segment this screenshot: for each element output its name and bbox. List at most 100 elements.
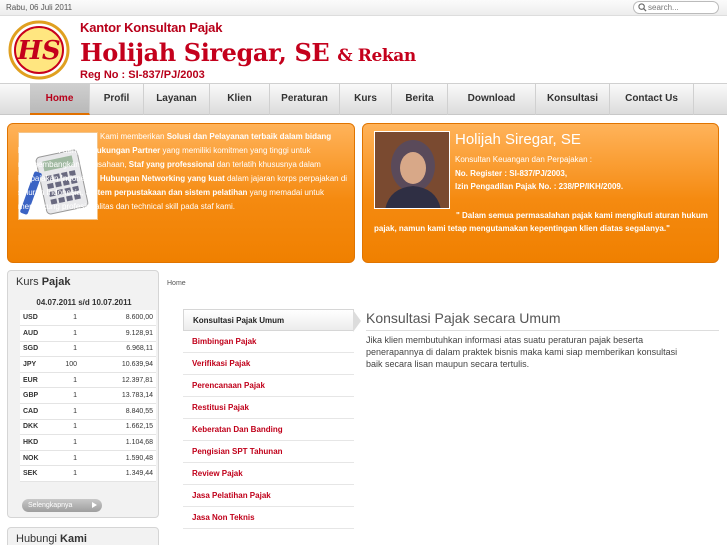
kurs-value: 10.639,94 — [80, 356, 156, 373]
profile-register: No. Register : SI-837/PJ/2003, — [455, 169, 568, 178]
submenu-review-pajak[interactable]: Review Pajak — [183, 463, 354, 485]
kurs-table: USD 1 8.600,00 AUD 1 9.128,91 SGD 1 6.968,11 JPY 1… — [20, 310, 156, 483]
kurs-currency: CAD — [20, 403, 50, 420]
kurs-value: 1.104,68 — [80, 434, 156, 451]
main-nav: Home Profil Layanan Klien Peraturan Kurs… — [0, 83, 727, 115]
profile-role: Konsultan Keuangan dan Perpajakan : — [455, 155, 592, 164]
kurs-currency: GBP — [20, 387, 50, 405]
top-bar: Rabu, 06 Juli 2011 search... — [0, 0, 727, 16]
kurs-row: JPY 100 10.639,94 — [20, 356, 156, 373]
kurs-currency: SEK — [20, 465, 50, 483]
profile-panel: Holijah Siregar, SE Konsultan Keuangan d… — [362, 123, 719, 263]
kurs-pajak-panel: Kurs Pajak 04.07.2011 s/d 10.07.2011 USD… — [7, 270, 159, 518]
kurs-row: SEK 1 1.349,44 — [20, 465, 156, 483]
kurs-currency: JPY — [20, 356, 50, 373]
kurs-value: 1.662,15 — [80, 419, 156, 436]
person-icon — [375, 132, 449, 208]
kurs-currency: AUD — [20, 325, 50, 342]
nav-download[interactable]: Download — [448, 84, 536, 115]
brand-rekan: & Rekan — [337, 46, 416, 66]
kurs-row: NOK 1 1.590,48 — [20, 450, 156, 467]
kurs-unit: 1 — [50, 310, 80, 327]
kurs-value: 6.968,11 — [80, 341, 156, 358]
intro-panel: Kami memberikan Solusi dan Pelayanan ter… — [7, 123, 355, 263]
logo[interactable]: HS — [8, 20, 70, 80]
submenu-jasa-pelatihan-pajak[interactable]: Jasa Pelatihan Pajak — [183, 485, 354, 507]
submenu-konsultasi-pajak-umum[interactable]: Konsultasi Pajak Umum — [183, 309, 361, 332]
intro-paragraph: Kami memberikan Solusi dan Pelayanan ter… — [18, 132, 348, 211]
submenu-restitusi-pajak[interactable]: Restitusi Pajak — [183, 397, 354, 419]
content-text: Jika klien membutuhkan informasi atas su… — [366, 335, 678, 369]
kurs-row: DKK 1 1.662,15 — [20, 419, 156, 436]
search-icon — [638, 3, 647, 12]
nav-home[interactable]: Home — [30, 84, 90, 115]
service-submenu: Konsultasi Pajak Umum Bimbingan Pajak Ve… — [183, 309, 361, 529]
kurs-value: 13.783,14 — [80, 387, 156, 405]
arrow-right-icon — [92, 502, 97, 508]
content-divider — [366, 330, 719, 331]
brand-subtitle: Kantor Konsultan Pajak — [80, 20, 223, 35]
kurs-unit: 1 — [50, 465, 80, 483]
submenu-bimbingan-pajak[interactable]: Bimbingan Pajak — [183, 331, 354, 353]
svg-text:HS: HS — [16, 36, 60, 66]
kurs-currency: NOK — [20, 450, 50, 467]
breadcrumb[interactable]: Home — [167, 280, 186, 287]
registration-number: Reg No : SI-837/PJ/2003 — [80, 69, 205, 81]
nav-profil[interactable]: Profil — [90, 84, 144, 115]
nav-berita[interactable]: Berita — [392, 84, 448, 115]
nav-konsultasi[interactable]: Konsultasi — [536, 84, 610, 115]
kurs-title: Kurs Pajak — [16, 276, 71, 288]
nav-contact-us[interactable]: Contact Us — [610, 84, 694, 115]
kurs-row: AUD 1 9.128,91 — [20, 325, 156, 342]
kurs-unit: 100 — [50, 356, 80, 373]
nav-layanan[interactable]: Layanan — [144, 84, 210, 115]
search-placeholder: search... — [648, 3, 679, 12]
kurs-currency: EUR — [20, 372, 50, 389]
kurs-unit: 1 — [50, 450, 80, 467]
search-input[interactable]: search... — [633, 1, 719, 14]
submenu-verifikasi-pajak[interactable]: Verifikasi Pajak — [183, 353, 354, 375]
kurs-row: HKD 1 1.104,68 — [20, 434, 156, 451]
submenu-jasa-non-teknis[interactable]: Jasa Non Teknis — [183, 507, 354, 529]
profile-quote: " Dalam semua permasalahan pajak kami me… — [374, 211, 708, 233]
kurs-unit: 1 — [50, 372, 80, 389]
kurs-row: USD 1 8.600,00 — [20, 310, 156, 327]
kurs-period: 04.07.2011 s/d 10.07.2011 — [36, 298, 132, 307]
brand-name-text: Holijah Siregar, SE — [80, 38, 330, 67]
kurs-value: 1.590,48 — [80, 450, 156, 467]
kurs-row: SGD 1 6.968,11 — [20, 341, 156, 358]
profile-name: Holijah Siregar, SE — [455, 131, 581, 148]
kurs-row: GBP 1 13.783,14 — [20, 387, 156, 405]
kurs-row: EUR 1 12.397,81 — [20, 372, 156, 389]
nav-klien[interactable]: Klien — [210, 84, 270, 115]
kurs-currency: DKK — [20, 419, 50, 436]
kurs-value: 1.349,44 — [80, 465, 156, 483]
hubungi-kami-panel: Hubungi Kami — [7, 527, 159, 545]
hubungi-title: Hubungi Kami — [16, 533, 87, 545]
selengkapnya-button[interactable]: Selengkapnya — [22, 499, 102, 512]
submenu-keberatan-dan-banding[interactable]: Keberatan Dan Banding — [183, 419, 354, 441]
kurs-unit: 1 — [50, 341, 80, 358]
nav-kurs[interactable]: Kurs — [340, 84, 392, 115]
brand-name: Holijah Siregar, SE & Rekan — [80, 38, 416, 67]
kurs-value: 9.128,91 — [80, 325, 156, 342]
profile-license: Izin Pengadilan Pajak No. : 238/PP/IKH/2… — [455, 182, 624, 191]
kurs-value: 12.397,81 — [80, 372, 156, 389]
kurs-currency: SGD — [20, 341, 50, 358]
kurs-value: 8.840,55 — [80, 403, 156, 420]
profile-photo — [374, 131, 450, 209]
nav-peraturan[interactable]: Peraturan — [270, 84, 340, 115]
kurs-currency: USD — [20, 310, 50, 327]
logo-icon: HS — [8, 20, 70, 80]
kurs-unit: 1 — [50, 419, 80, 436]
kurs-value: 8.600,00 — [80, 310, 156, 327]
intro-text: Kami memberikan Solusi dan Pelayanan ter… — [18, 130, 348, 214]
submenu-pengisian-spt-tahunan[interactable]: Pengisian SPT Tahunan — [183, 441, 354, 463]
selengkapnya-label: Selengkapnya — [28, 502, 73, 509]
kurs-currency: HKD — [20, 434, 50, 451]
kurs-unit: 1 — [50, 387, 80, 405]
current-date: Rabu, 06 Juli 2011 — [6, 3, 73, 12]
kurs-unit: 1 — [50, 325, 80, 342]
submenu-perencanaan-pajak[interactable]: Perencanaan Pajak — [183, 375, 354, 397]
content-title: Konsultasi Pajak secara Umum — [366, 310, 561, 326]
